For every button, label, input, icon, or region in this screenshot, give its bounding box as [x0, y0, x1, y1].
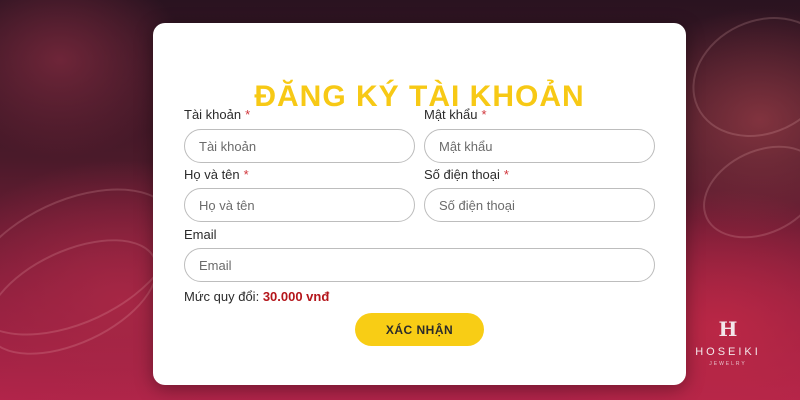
required-mark: * — [503, 167, 509, 182]
email-input[interactable] — [184, 248, 655, 282]
required-mark: * — [245, 107, 251, 122]
fullname-input[interactable] — [184, 188, 415, 222]
submit-button[interactable]: XÁC NHẬN — [355, 313, 484, 346]
email-label: Email — [184, 227, 217, 242]
required-mark: * — [481, 107, 487, 122]
phone-label: Số điện thoại * — [424, 167, 509, 182]
brand-tagline: JEWELRY — [709, 361, 747, 367]
exchange-rate-label: Mức quy đổi: — [184, 289, 260, 304]
email-label-text: Email — [184, 227, 217, 242]
exchange-rate-value: 30.000 vnđ — [262, 289, 330, 304]
account-label-text: Tài khoản — [184, 107, 242, 122]
brand-name: HOSEIKI — [695, 346, 761, 358]
password-label: Mật khẩu * — [424, 107, 487, 122]
fullname-label: Họ và tên * — [184, 167, 249, 182]
account-label: Tài khoản * — [184, 107, 250, 122]
password-input[interactable] — [424, 129, 655, 163]
fullname-label-text: Họ và tên — [184, 167, 240, 182]
background-feather-decoration — [688, 127, 800, 257]
required-mark: * — [243, 167, 249, 182]
registration-form: ĐĂNG KÝ TÀI KHOẢN Tài khoản* Mật khẩu* H… — [153, 23, 686, 385]
password-label-text: Mật khẩu — [424, 107, 478, 122]
account-input[interactable] — [184, 129, 415, 163]
brand-logo: H HOSEIKI JEWELRY — [690, 318, 766, 367]
background-feather-decoration — [672, 0, 800, 160]
phone-input[interactable] — [424, 188, 655, 222]
phone-label-text: Số điện thoại — [424, 167, 500, 182]
exchange-rate: Mức quy đổi: 30.000 vnđ — [184, 289, 329, 304]
brand-mark-icon: H — [718, 317, 738, 341]
